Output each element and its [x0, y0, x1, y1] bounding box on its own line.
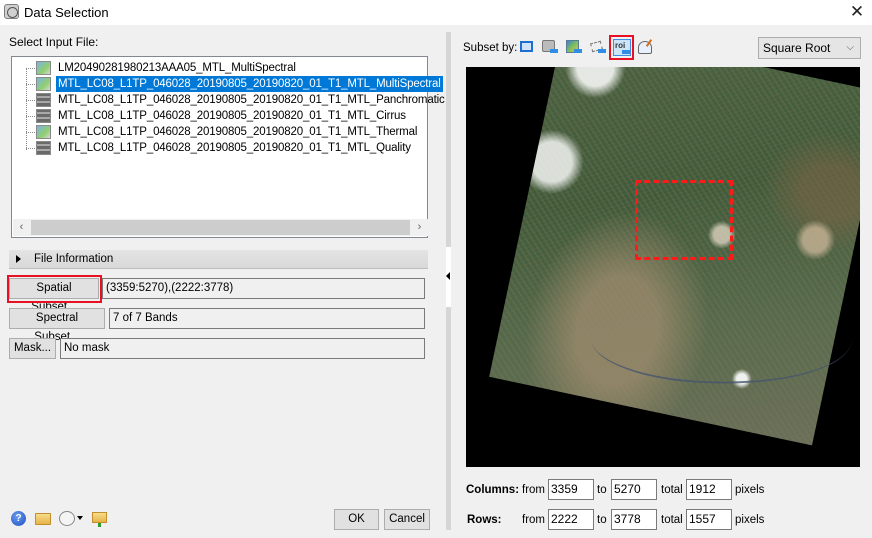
columns-label: Columns: — [466, 484, 520, 496]
columns-from-input[interactable]: 3359 — [548, 479, 594, 500]
spectral-subset-value: 7 of 7 Bands — [109, 308, 425, 329]
scroll-right-arrow-icon[interactable]: › — [411, 219, 428, 236]
image-preview[interactable] — [466, 67, 860, 467]
tree-connector — [26, 100, 35, 101]
grayscale-raster-icon — [36, 93, 51, 107]
columns-to-label: to — [597, 484, 607, 496]
chevron-down-icon: ⌵ — [846, 42, 854, 53]
multispectral-raster-icon — [36, 77, 51, 91]
ok-button[interactable]: OK — [334, 509, 379, 530]
input-file-tree[interactable]: LM20490281980213AAA05_MTL_MultiSpectral … — [11, 56, 445, 238]
columns-to-input[interactable]: 5270 — [611, 479, 657, 500]
tree-connector — [26, 68, 35, 69]
file-list-item[interactable]: MTL_LC08_L1TP_046028_20190805_20190820_0… — [12, 92, 445, 108]
file-list-item-selected[interactable]: MTL_LC08_L1TP_046028_20190805_20190820_0… — [12, 76, 443, 92]
collapse-panel-handle[interactable] — [446, 247, 451, 307]
expand-triangle-icon — [16, 255, 21, 263]
stretch-select[interactable]: Square Root ⌵ — [758, 37, 861, 59]
rows-from-input[interactable]: 2222 — [548, 509, 594, 530]
file-list-item[interactable]: LM20490281980213AAA05_MTL_MultiSpectral — [12, 60, 427, 76]
roi-selection-box[interactable] — [635, 180, 733, 260]
mask-value: No mask — [60, 338, 425, 359]
subset-by-label: Subset by: — [463, 42, 518, 54]
window-title: Data Selection — [24, 5, 109, 20]
rows-to-label: to — [597, 514, 607, 526]
tree-connector — [26, 84, 35, 85]
app-globe-icon — [4, 4, 19, 19]
horizontal-scrollbar[interactable]: ‹ › — [13, 219, 428, 236]
scrollbar-thumb[interactable] — [31, 220, 410, 235]
subset-by-extent-icon[interactable] — [518, 39, 536, 56]
rows-to-input[interactable]: 3778 — [611, 509, 657, 530]
network-node-icon — [98, 523, 101, 527]
columns-from-label: from — [522, 484, 545, 496]
file-label: LM20490281980213AAA05_MTL_MultiSpectral — [58, 62, 296, 74]
file-label: MTL_LC08_L1TP_046028_20190805_20190820_0… — [58, 94, 445, 106]
subset-by-file-icon[interactable] — [637, 39, 655, 56]
file-list-item[interactable]: MTL_LC08_L1TP_046028_20190805_20190820_0… — [12, 140, 427, 156]
recent-files-icon[interactable] — [59, 511, 75, 526]
open-folder-icon[interactable] — [35, 513, 51, 525]
scroll-left-arrow-icon[interactable]: ‹ — [13, 219, 30, 236]
tree-connector — [26, 148, 35, 149]
multispectral-raster-icon — [36, 61, 51, 75]
columns-total-label: total — [661, 484, 683, 496]
spectral-subset-button[interactable]: Spectral Subset... — [9, 308, 105, 343]
cancel-button[interactable]: Cancel — [384, 509, 430, 530]
title-bar: Data Selection ✕ — [0, 0, 872, 25]
dropdown-arrow-icon[interactable] — [77, 516, 83, 520]
rows-label: Rows: — [467, 514, 502, 526]
file-label: MTL_LC08_L1TP_046028_20190805_20190820_0… — [58, 142, 411, 154]
help-icon[interactable]: ? — [11, 511, 26, 526]
file-information-expander[interactable]: File Information — [9, 250, 428, 269]
subset-by-vector-icon[interactable] — [589, 39, 607, 56]
file-label: MTL_LC08_L1TP_046028_20190805_20190820_0… — [58, 110, 406, 122]
subset-by-view-icon[interactable] — [541, 39, 559, 56]
file-list-item[interactable]: MTL_LC08_L1TP_046028_20190805_20190820_0… — [12, 108, 427, 124]
multispectral-raster-icon — [36, 125, 51, 139]
select-input-file-label: Select Input File: — [9, 35, 99, 49]
highlight-annotation — [7, 275, 102, 303]
columns-unit-label: pixels — [735, 484, 765, 496]
grayscale-raster-icon — [36, 109, 51, 123]
rows-from-label: from — [522, 514, 545, 526]
grayscale-raster-icon — [36, 141, 51, 155]
network-folder-icon[interactable] — [92, 512, 107, 523]
file-list-item[interactable]: MTL_LC08_L1TP_046028_20190805_20190820_0… — [12, 124, 427, 140]
rows-total-input[interactable]: 1557 — [686, 509, 732, 530]
subset-by-raster-icon[interactable] — [565, 39, 583, 56]
rows-total-label: total — [661, 514, 683, 526]
mask-button[interactable]: Mask... — [9, 338, 56, 359]
river-feature — [589, 285, 855, 394]
rows-unit-label: pixels — [735, 514, 765, 526]
stretch-select-value: Square Root — [763, 41, 831, 55]
tree-connector — [26, 116, 35, 117]
tree-connector — [26, 132, 35, 133]
close-button[interactable]: ✕ — [842, 0, 872, 25]
file-information-label: File Information — [34, 253, 114, 265]
columns-total-input[interactable]: 1912 — [686, 479, 732, 500]
file-label: MTL_LC08_L1TP_046028_20190805_20190820_0… — [58, 126, 418, 138]
spatial-subset-value: (3359:5270),(2222:3778) — [102, 278, 425, 299]
file-label: MTL_LC08_L1TP_046028_20190805_20190820_0… — [56, 76, 443, 92]
highlight-annotation — [609, 35, 634, 60]
